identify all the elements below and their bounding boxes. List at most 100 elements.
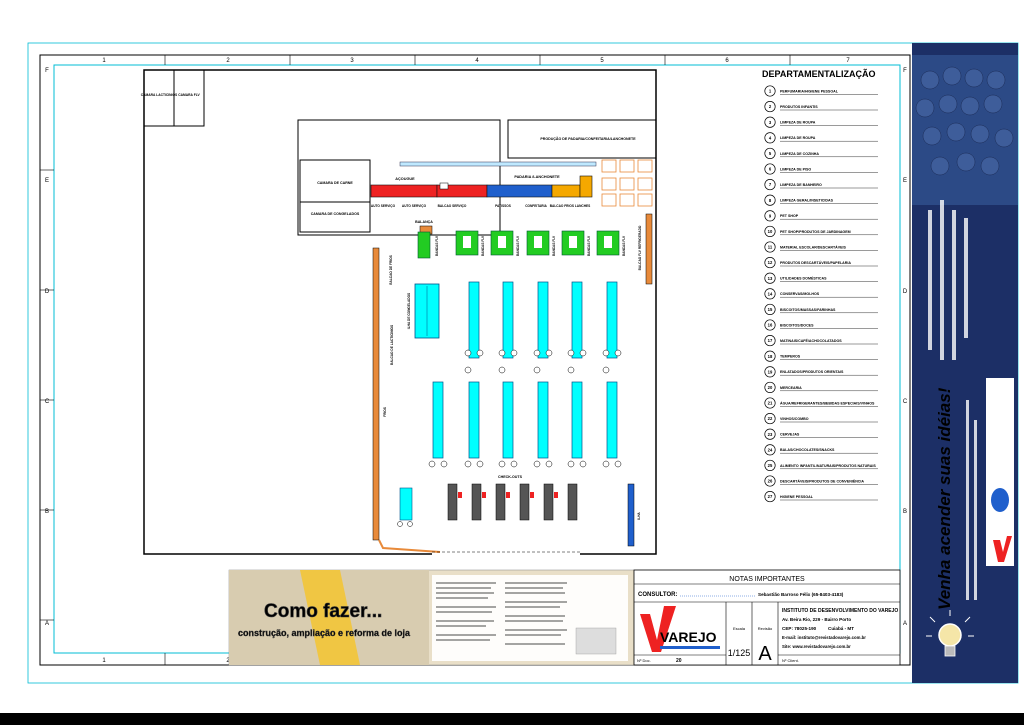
cafe-tables xyxy=(601,159,653,207)
label-ilha-congelados: ILHA DE CONGELADOS xyxy=(407,293,411,329)
revisao-label: Revisão xyxy=(758,626,773,631)
col-label-top: 3 xyxy=(350,58,354,64)
label-camara-carne: CAMARA DE CARNE xyxy=(317,181,353,185)
bottom-bar xyxy=(0,713,1024,725)
legend-row: 5 LIMPEZA DE COZINHA xyxy=(764,147,878,159)
legend-label: MERCEARIA xyxy=(780,386,802,390)
legend-row: 12 PRODUTOS DESCARTÁVEIS/PAPELARIA xyxy=(764,257,878,269)
row-label-right: F xyxy=(903,68,907,74)
label-camara-lacticinios: CAMARA LACTICINIOS xyxy=(141,93,178,97)
col-label-top: 5 xyxy=(600,58,604,64)
legend-label: LIMPEZA DE PISO xyxy=(780,167,811,171)
label-lacticinios-wall: BALCAO DE LACTICINIOS xyxy=(390,325,394,365)
legend-label: DESCARTÁVEIS/PRODUTOS DE CONVENIÊNCIA xyxy=(780,478,864,483)
consultor-value: Sebastião Barroso Félix (65-8403-4183) xyxy=(758,592,844,597)
escala-label: Escala xyxy=(733,626,746,631)
row-label-left: A xyxy=(45,621,49,627)
counter-patisserie-blue xyxy=(486,184,553,198)
col-label-top: 6 xyxy=(725,58,729,64)
legend-row: 7 LIMPEZA DE BANHEIRO xyxy=(764,179,878,191)
legend-label: UTILIDADES DOMÉSTICAS xyxy=(780,276,827,281)
legend-row: 16 BISCOITOS/DOCES xyxy=(764,319,878,331)
legend-row: 4 LIMPEZA DE ROUPA xyxy=(764,132,878,144)
legend-label: VINHOS/COMBO xyxy=(780,417,809,421)
legend-number: 26 xyxy=(768,479,773,484)
wall-cooler-left xyxy=(372,247,380,541)
legend-label: LIMPEZA DE ROUPA xyxy=(780,121,816,125)
scale-icon xyxy=(439,182,449,190)
label-gondola-flv: BANCAS FLV xyxy=(481,235,485,256)
col-label-bottom: 1 xyxy=(102,658,106,664)
legend-row: 8 LIMPEZA GERAL/INSETICIDAS xyxy=(764,194,878,206)
label-balanca: BALANÇA xyxy=(415,220,433,224)
varejo-logo: VAREJO xyxy=(660,629,717,645)
promo-banner: Venha acender suas idéias! xyxy=(912,43,1018,683)
counter-acougue-red xyxy=(370,184,438,198)
legend-number: 23 xyxy=(768,432,773,437)
label-gondola-flv: BANCAS FLV xyxy=(622,235,626,256)
ad-panel: Como fazer... construção, ampliação e re… xyxy=(228,569,635,666)
legend-label: CERVEJAS xyxy=(780,433,800,437)
legend-title: DEPARTAMENTALIZAÇÃO xyxy=(762,69,876,79)
label-balcao-servico: BALCAO SERVIÇO xyxy=(438,204,467,208)
legend: DEPARTAMENTALIZAÇÃO 1 PERFUMARIA/HIGIENE … xyxy=(762,69,878,503)
label-gondola-flv: BANCAS FLV xyxy=(587,235,591,256)
label-cliente-wall: BALCAO FLV REFRIGERADO xyxy=(638,225,642,270)
legend-label: PET SHOP/PRODUTOS DE JARDINAGEM xyxy=(780,230,851,234)
legend-label: LIMPEZA DE COZINHA xyxy=(780,152,819,156)
label-gondola-flv: BANCAS FLV xyxy=(435,235,439,256)
gondolas-upper xyxy=(468,281,618,359)
label-padaria-lanchonete: PADARIA /LANCHONETE xyxy=(514,175,560,179)
legend-number: 27 xyxy=(768,494,773,499)
prep-table-row xyxy=(399,161,597,167)
legend-label: LIMPEZA DE ROUPA xyxy=(780,136,816,140)
legend-row: 3 LIMPEZA DE ROUPA xyxy=(764,116,878,128)
legend-label: TEMPEROS xyxy=(780,355,801,359)
legend-number: 16 xyxy=(768,323,773,328)
legend-label: ÁGUA/REFRIGERANTES/BEBIDAS ESPECIAIS/VIN… xyxy=(780,400,875,405)
ad-subline: construção, ampliação e reforma de loja xyxy=(238,628,411,638)
label-balcao-frios: BALCAO FRIOS LANCHES xyxy=(550,204,591,208)
ad-headline: Como fazer... xyxy=(264,601,382,622)
entrance-display xyxy=(399,487,413,521)
legend-label: MATINAIS/CAFÉ/ACHOCOLATADOS xyxy=(780,338,842,343)
row-label-left: B xyxy=(45,509,49,515)
col-label-top: 4 xyxy=(475,58,479,64)
legend-label: HIGIENE PESSOAL xyxy=(780,495,814,499)
label-acougue: AÇOUGUE xyxy=(395,177,415,181)
label-ilha: ILHA xyxy=(637,512,641,520)
legend-label: LIMPEZA GERAL/INSETICIDAS xyxy=(780,199,834,203)
legend-label: ALIMENTO INFANTIL/NATURAIS/PRODUTOS NATU… xyxy=(780,464,876,468)
legend-label: ENLATADOS/PRODUTOS ORIENTAIS xyxy=(780,370,844,374)
legend-row: 11 MATERIAL ESCOLAR/DESCARTÁVEIS xyxy=(764,241,878,253)
wall-cooler-right xyxy=(645,213,653,285)
row-label-right: C xyxy=(903,399,908,405)
doc-label: Nº Doc. xyxy=(637,658,651,663)
legend-number: 19 xyxy=(768,369,773,374)
col-label-top: 7 xyxy=(846,58,850,64)
legend-row: 2 PRODUTOS INFANTIS xyxy=(764,101,878,113)
legend-number: 25 xyxy=(768,463,773,468)
legend-row: 27 HIGIENE PESSOAL xyxy=(764,491,878,503)
lightbulb-icon xyxy=(938,623,962,647)
legend-row: 25 ALIMENTO INFANTIL/NATURAIS/PRODUTOS NA… xyxy=(764,459,878,471)
legend-number: 15 xyxy=(768,307,773,312)
label-camara-congelados: CAMARA DE CONGELADOS xyxy=(311,212,360,216)
room-camara-congelados xyxy=(299,201,371,233)
label-confeitaria: CONFEITARIA xyxy=(525,204,547,208)
legend-number: 11 xyxy=(768,245,773,250)
institute-email: E-mail: instituto@revistadovarejo.com.br xyxy=(782,635,866,640)
row-label-right: A xyxy=(903,621,907,627)
legend-label: BALAS/CHOCOLATES/SNACKS xyxy=(780,448,835,452)
row-label-right: E xyxy=(903,178,907,184)
legend-row: 15 BISCOITOS/MASSAS/FARINHAS xyxy=(764,303,878,315)
legend-number: 14 xyxy=(768,291,773,296)
legend-number: 10 xyxy=(768,229,773,234)
label-check-outs: CHECK-OUTS xyxy=(498,475,523,479)
col-label-top: 1 xyxy=(102,58,106,64)
legend-row: 22 VINHOS/COMBO xyxy=(764,413,878,425)
label-gondola-flv: BANCAS FLV xyxy=(516,235,520,256)
institute-city: Cuiabá - MT xyxy=(828,626,854,631)
row-label-right: D xyxy=(903,289,908,295)
row-label-left: D xyxy=(45,289,50,295)
